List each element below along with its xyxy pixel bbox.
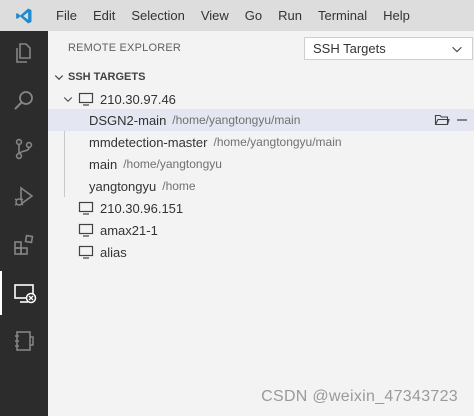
host-name: alias: [100, 244, 127, 260]
monitor-icon: [78, 244, 94, 260]
ssh-targets-section-header[interactable]: SSH TARGETS: [48, 66, 474, 88]
title-bar: File Edit Selection View Go Run Terminal…: [0, 0, 474, 31]
menu-run[interactable]: Run: [270, 0, 310, 31]
activity-notebook[interactable]: [0, 319, 48, 363]
sidebar-header: REMOTE EXPLORER SSH Targets: [48, 31, 474, 66]
remote-explorer-sidebar: REMOTE EXPLORER SSH Targets SSH TARGETS …: [48, 31, 474, 416]
vscode-logo-icon: [0, 0, 48, 31]
remote-target-select[interactable]: SSH Targets: [304, 37, 473, 60]
extensions-icon: [14, 234, 34, 255]
folder-name: main: [89, 156, 118, 172]
folder-path: /home/yangtongyu: [123, 157, 222, 171]
folder-row[interactable]: mmdetection-master /home/yangtongyu/main: [48, 131, 474, 153]
monitor-icon: [78, 200, 94, 216]
menu-view[interactable]: View: [193, 0, 237, 31]
activity-remote-explorer[interactable]: [0, 271, 48, 315]
menu-terminal[interactable]: Terminal: [310, 0, 375, 31]
activity-explorer[interactable]: [0, 31, 48, 75]
folder-name: DSGN2-main: [89, 112, 167, 128]
run-debug-icon: [14, 186, 34, 206]
activity-source-control[interactable]: [0, 127, 48, 171]
monitor-icon: [78, 91, 94, 107]
source-control-icon: [15, 138, 33, 160]
ssh-host-row[interactable]: amax21-1: [48, 219, 474, 241]
menu-help[interactable]: Help: [375, 0, 418, 31]
activity-run-debug[interactable]: [0, 175, 48, 219]
monitor-icon: [78, 222, 94, 238]
activity-extensions[interactable]: [0, 223, 48, 267]
ssh-host-row[interactable]: 210.30.97.46: [48, 88, 474, 110]
sidebar-title: REMOTE EXPLORER: [68, 42, 182, 54]
notebook-icon: [15, 331, 34, 351]
ssh-host-row[interactable]: alias: [48, 241, 474, 263]
files-icon: [16, 43, 31, 63]
remote-target-value: SSH Targets: [313, 41, 386, 56]
remove-icon[interactable]: [454, 112, 470, 131]
remote-explorer-icon: [14, 284, 37, 304]
host-name: 210.30.97.46: [100, 91, 176, 107]
chevron-down-icon: [52, 70, 66, 84]
menu-selection[interactable]: Selection: [123, 0, 192, 31]
folder-row[interactable]: main /home/yangtongyu: [48, 153, 474, 175]
folder-row[interactable]: yangtongyu /home: [48, 175, 474, 197]
ssh-host-row[interactable]: 210.30.96.151: [48, 197, 474, 219]
activity-search[interactable]: [0, 79, 48, 123]
menu-bar: File Edit Selection View Go Run Terminal…: [48, 0, 418, 31]
folder-path: /home/yangtongyu/main: [213, 135, 342, 149]
folder-name: mmdetection-master: [89, 134, 208, 150]
host-name: amax21-1: [100, 222, 158, 238]
menu-go[interactable]: Go: [237, 0, 270, 31]
folder-name: yangtongyu: [89, 178, 157, 194]
folder-path: /home/yangtongyu/main: [172, 113, 301, 127]
menu-file[interactable]: File: [48, 0, 85, 31]
row-actions: [434, 112, 470, 131]
chevron-down-icon: [60, 91, 76, 107]
activity-bar: [0, 31, 48, 416]
chevron-down-icon: [450, 42, 464, 59]
section-title: SSH TARGETS: [68, 71, 146, 83]
host-name: 210.30.96.151: [100, 200, 184, 216]
search-icon: [14, 91, 33, 110]
folder-row[interactable]: DSGN2-main /home/yangtongyu/main: [48, 109, 474, 131]
folder-path: /home: [162, 179, 196, 193]
open-folder-icon[interactable]: [434, 112, 450, 131]
menu-edit[interactable]: Edit: [85, 0, 123, 31]
watermark: CSDN @weixin_47343723: [261, 388, 458, 405]
